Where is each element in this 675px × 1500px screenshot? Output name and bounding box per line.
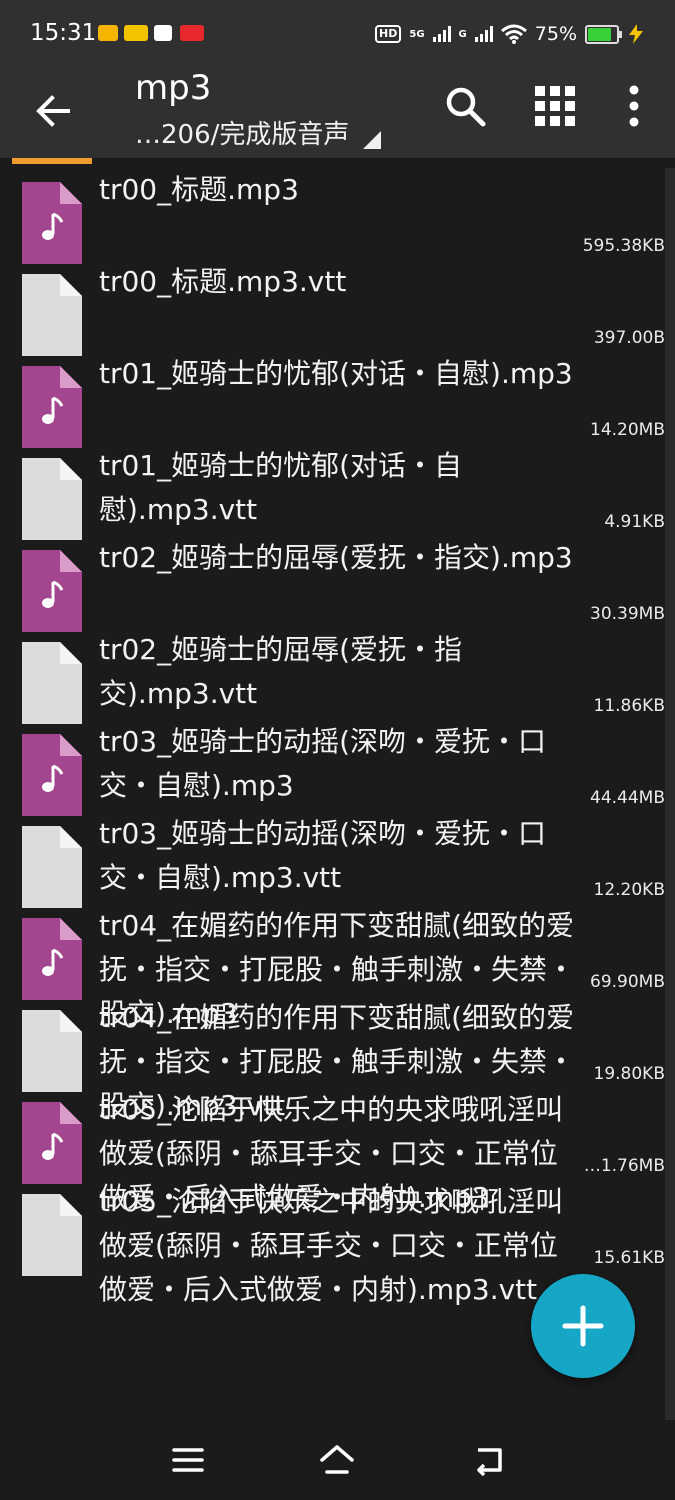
audio-file-icon [22, 734, 82, 816]
app-toolbar: mp3 …206/完成版音声 [0, 68, 675, 158]
back-icon[interactable] [470, 1442, 506, 1478]
file-size: 595.38KB [582, 236, 665, 256]
folder-title: mp3 [135, 68, 212, 108]
network-g-label: G [458, 28, 467, 40]
file-row[interactable]: tr02_姬骑士的屈辱(爱抚・指交).mp3 30.39MB [0, 536, 665, 632]
file-name: tr01_姬骑士的忧郁(对话・自慰).mp3.vtt [99, 449, 463, 526]
search-icon[interactable] [443, 84, 487, 128]
file-name: tr05_沦陷于快乐之中的央求哦吼淫叫做爱(舔阴・舔耳手交・口交・正常位做爱・后… [99, 1185, 564, 1306]
file-size: 44.44MB [590, 788, 665, 808]
path-breadcrumb-dropdown[interactable]: …206/完成版音声 [135, 114, 382, 151]
file-size: 4.91KB [604, 512, 665, 532]
audio-file-icon [22, 1102, 82, 1184]
file-row[interactable]: tr04_在媚药的作用下变甜腻(细致的爱抚・指交・打屁股・触手刺激・失禁・股交)… [0, 996, 665, 1122]
signal-icon [432, 26, 451, 42]
file-list[interactable]: tr00_标题.mp3 595.38KB tr00_标题.mp3.vtt 397.00… [0, 168, 665, 1420]
app-notification-icon [154, 25, 172, 41]
dropdown-triangle-icon [363, 131, 382, 149]
file-name: tr02_姬骑士的屈辱(爱抚・指交).mp3.vtt [99, 633, 463, 710]
wifi-icon [500, 24, 527, 44]
audio-file-icon [22, 918, 82, 1000]
signal-icon-2 [474, 26, 493, 42]
file-name: tr03_姬骑士的动摇(深吻・爱抚・口交・自慰).mp3 [99, 725, 547, 802]
file-size: 14.20MB [590, 420, 665, 440]
menu-icon[interactable] [170, 1442, 206, 1478]
more-vert-icon[interactable] [612, 84, 656, 128]
status-right-cluster: HD 5G G 75% [375, 20, 645, 48]
audio-file-icon [22, 550, 82, 632]
file-size: 19.80KB [593, 1064, 665, 1084]
file-name: tr00_标题.mp3.vtt [99, 265, 347, 298]
folder-path: …206/完成版音声 [135, 120, 350, 150]
file-row[interactable]: tr00_标题.mp3.vtt 397.00B [0, 260, 665, 356]
document-file-icon [22, 826, 82, 908]
file-size: 69.90MB [590, 972, 665, 992]
status-bar: 15:31 HD 5G G 75% [0, 0, 675, 68]
back-arrow-icon[interactable] [28, 86, 78, 136]
file-size: 397.00B [593, 328, 665, 348]
file-row[interactable]: tr05_沦陷于快乐之中的央求哦吼淫叫做爱(舔阴・舔耳手交・口交・正常位做爱・后… [0, 1180, 665, 1306]
file-name: tr03_姬骑士的动摇(深吻・爱抚・口交・自慰).mp3.vtt [99, 817, 547, 894]
hd-badge: HD [375, 25, 402, 43]
scrollbar[interactable] [665, 168, 675, 1420]
file-name: tr00_标题.mp3 [99, 173, 299, 206]
file-row[interactable]: tr04_在媚药的作用下变甜腻(细致的爱抚・指交・打屁股・触手刺激・失禁・股交)… [0, 904, 665, 1030]
battery-percent: 75% [534, 23, 577, 45]
battery-icon [585, 24, 622, 44]
file-size: 11.86KB [593, 696, 665, 716]
system-nav-bar [0, 1420, 675, 1500]
tab-indicator [12, 158, 92, 164]
document-file-icon [22, 458, 82, 540]
add-fab-button[interactable] [531, 1274, 635, 1378]
network-5g-label: 5G [409, 28, 425, 40]
mail-notification-icon [98, 25, 118, 41]
file-row[interactable]: tr03_姬骑士的动摇(深吻・爱抚・口交・自慰).mp3.vtt 12.20KB [0, 812, 665, 908]
grid-view-icon[interactable] [533, 84, 577, 128]
file-row[interactable]: tr01_姬骑士的忧郁(对话・自慰).mp3.vtt 4.91KB [0, 444, 665, 540]
file-row[interactable]: tr00_标题.mp3 595.38KB [0, 168, 665, 264]
file-row[interactable]: tr01_姬骑士的忧郁(对话・自慰).mp3 14.20MB [0, 352, 665, 448]
red-app-notification-icon [180, 25, 204, 41]
add-icon [562, 1305, 604, 1347]
file-row[interactable]: tr02_姬骑士的屈辱(爱抚・指交).mp3.vtt 11.86KB [0, 628, 665, 724]
file-size: …1.76MB [583, 1156, 665, 1176]
file-size: 30.39MB [590, 604, 665, 624]
meituan-notification-icon [124, 25, 148, 41]
audio-file-icon [22, 366, 82, 448]
document-file-icon [22, 274, 82, 356]
file-name: tr01_姬骑士的忧郁(对话・自慰).mp3 [99, 357, 573, 390]
home-icon[interactable] [319, 1442, 355, 1478]
charging-bolt-icon [629, 24, 643, 44]
document-file-icon [22, 1010, 82, 1092]
file-size: 12.20KB [593, 880, 665, 900]
document-file-icon [22, 642, 82, 724]
document-file-icon [22, 1194, 82, 1276]
status-time: 15:31 [30, 20, 97, 46]
file-size: 15.61KB [593, 1248, 665, 1268]
file-row[interactable]: tr03_姬骑士的动摇(深吻・爱抚・口交・自慰).mp3 44.44MB [0, 720, 665, 816]
file-row[interactable]: tr05_沦陷于快乐之中的央求哦吼淫叫做爱(舔阴・舔耳手交・口交・正常位做爱・后… [0, 1088, 665, 1214]
file-name: tr02_姬骑士的屈辱(爱抚・指交).mp3 [99, 541, 573, 574]
audio-file-icon [22, 182, 82, 264]
